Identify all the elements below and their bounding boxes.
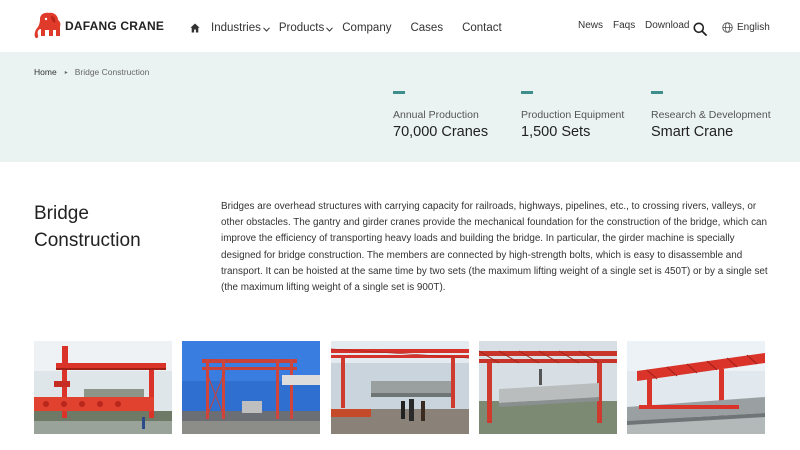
breadcrumb: Home ▸ Bridge Construction xyxy=(34,67,149,77)
stat-label: Annual Production xyxy=(393,109,479,121)
stat-research-development: Research & Development Smart Crane xyxy=(651,91,771,140)
nav-contact[interactable]: Contact xyxy=(462,22,502,34)
gantry-crane-photo xyxy=(34,341,172,434)
stat-annual-production: Annual Production 70,000 Cranes xyxy=(393,91,488,140)
case-gallery xyxy=(34,341,766,434)
stat-accent-bar xyxy=(651,91,663,94)
gallery-thumb-3[interactable] xyxy=(331,341,469,434)
page-title: Bridge Construction xyxy=(34,200,184,254)
news-link[interactable]: News xyxy=(578,20,603,31)
search-icon[interactable] xyxy=(693,22,707,36)
gallery-thumb-5[interactable] xyxy=(627,341,765,434)
site-header: DAFANG CRANE Industries Products Company… xyxy=(0,0,800,52)
nav-company[interactable]: Company xyxy=(342,22,391,34)
nav-company-label: Company xyxy=(342,22,392,34)
faqs-link[interactable]: Faqs xyxy=(613,20,635,31)
nav-industries-label: Industries xyxy=(211,22,261,34)
stat-accent-bar xyxy=(393,91,405,94)
gallery-thumb-2[interactable] xyxy=(182,341,320,434)
page-banner: Home ▸ Bridge Construction Annual Produc… xyxy=(0,52,800,162)
download-link[interactable]: Download xyxy=(645,20,689,31)
stat-value: 1,500 Sets xyxy=(521,124,591,140)
nav-cases[interactable]: Cases xyxy=(410,22,443,34)
chevron-down-icon xyxy=(326,27,334,32)
elephant-logo-icon xyxy=(34,12,61,39)
brand-name: DAFANG CRANE xyxy=(65,19,165,33)
industry-description: Bridges are overhead structures with car… xyxy=(221,201,768,294)
gallery-thumb-1[interactable] xyxy=(34,341,172,434)
language-selector[interactable]: English xyxy=(722,22,770,33)
globe-icon xyxy=(722,22,733,33)
nav-cases-label: Cases xyxy=(410,22,444,34)
breadcrumb-current: Bridge Construction xyxy=(74,67,150,77)
stat-value: Smart Crane xyxy=(651,124,734,140)
gantry-crane-sky-photo xyxy=(182,341,320,434)
main-nav: Industries Products Company Cases Contac… xyxy=(190,18,502,38)
nav-industries[interactable]: Industries xyxy=(211,22,270,34)
stat-production-equipment: Production Equipment 1,500 Sets xyxy=(521,91,624,140)
stat-label: Production Equipment xyxy=(521,109,625,121)
chevron-down-icon xyxy=(262,27,270,32)
stat-value: 70,000 Cranes xyxy=(393,124,489,140)
brand-logo[interactable]: DAFANG CRANE xyxy=(34,10,164,42)
page-title-line1: Bridge xyxy=(34,203,89,224)
breadcrumb-separator: ▸ xyxy=(64,69,68,76)
bridge-girder-machine-photo xyxy=(479,341,617,434)
truss-bridge-erector-photo xyxy=(627,341,765,434)
nav-products[interactable]: Products xyxy=(278,22,334,34)
gallery-thumb-4[interactable] xyxy=(479,341,617,434)
girder-launcher-photo xyxy=(331,341,469,434)
nav-contact-label: Contact xyxy=(462,22,502,34)
breadcrumb-home[interactable]: Home xyxy=(34,67,57,77)
home-icon[interactable] xyxy=(190,23,200,33)
page-title-line2: Construction xyxy=(34,230,141,251)
stat-label: Research & Development xyxy=(651,109,771,121)
stat-accent-bar xyxy=(521,91,533,94)
nav-products-label: Products xyxy=(278,22,325,34)
language-label: English xyxy=(737,22,770,33)
